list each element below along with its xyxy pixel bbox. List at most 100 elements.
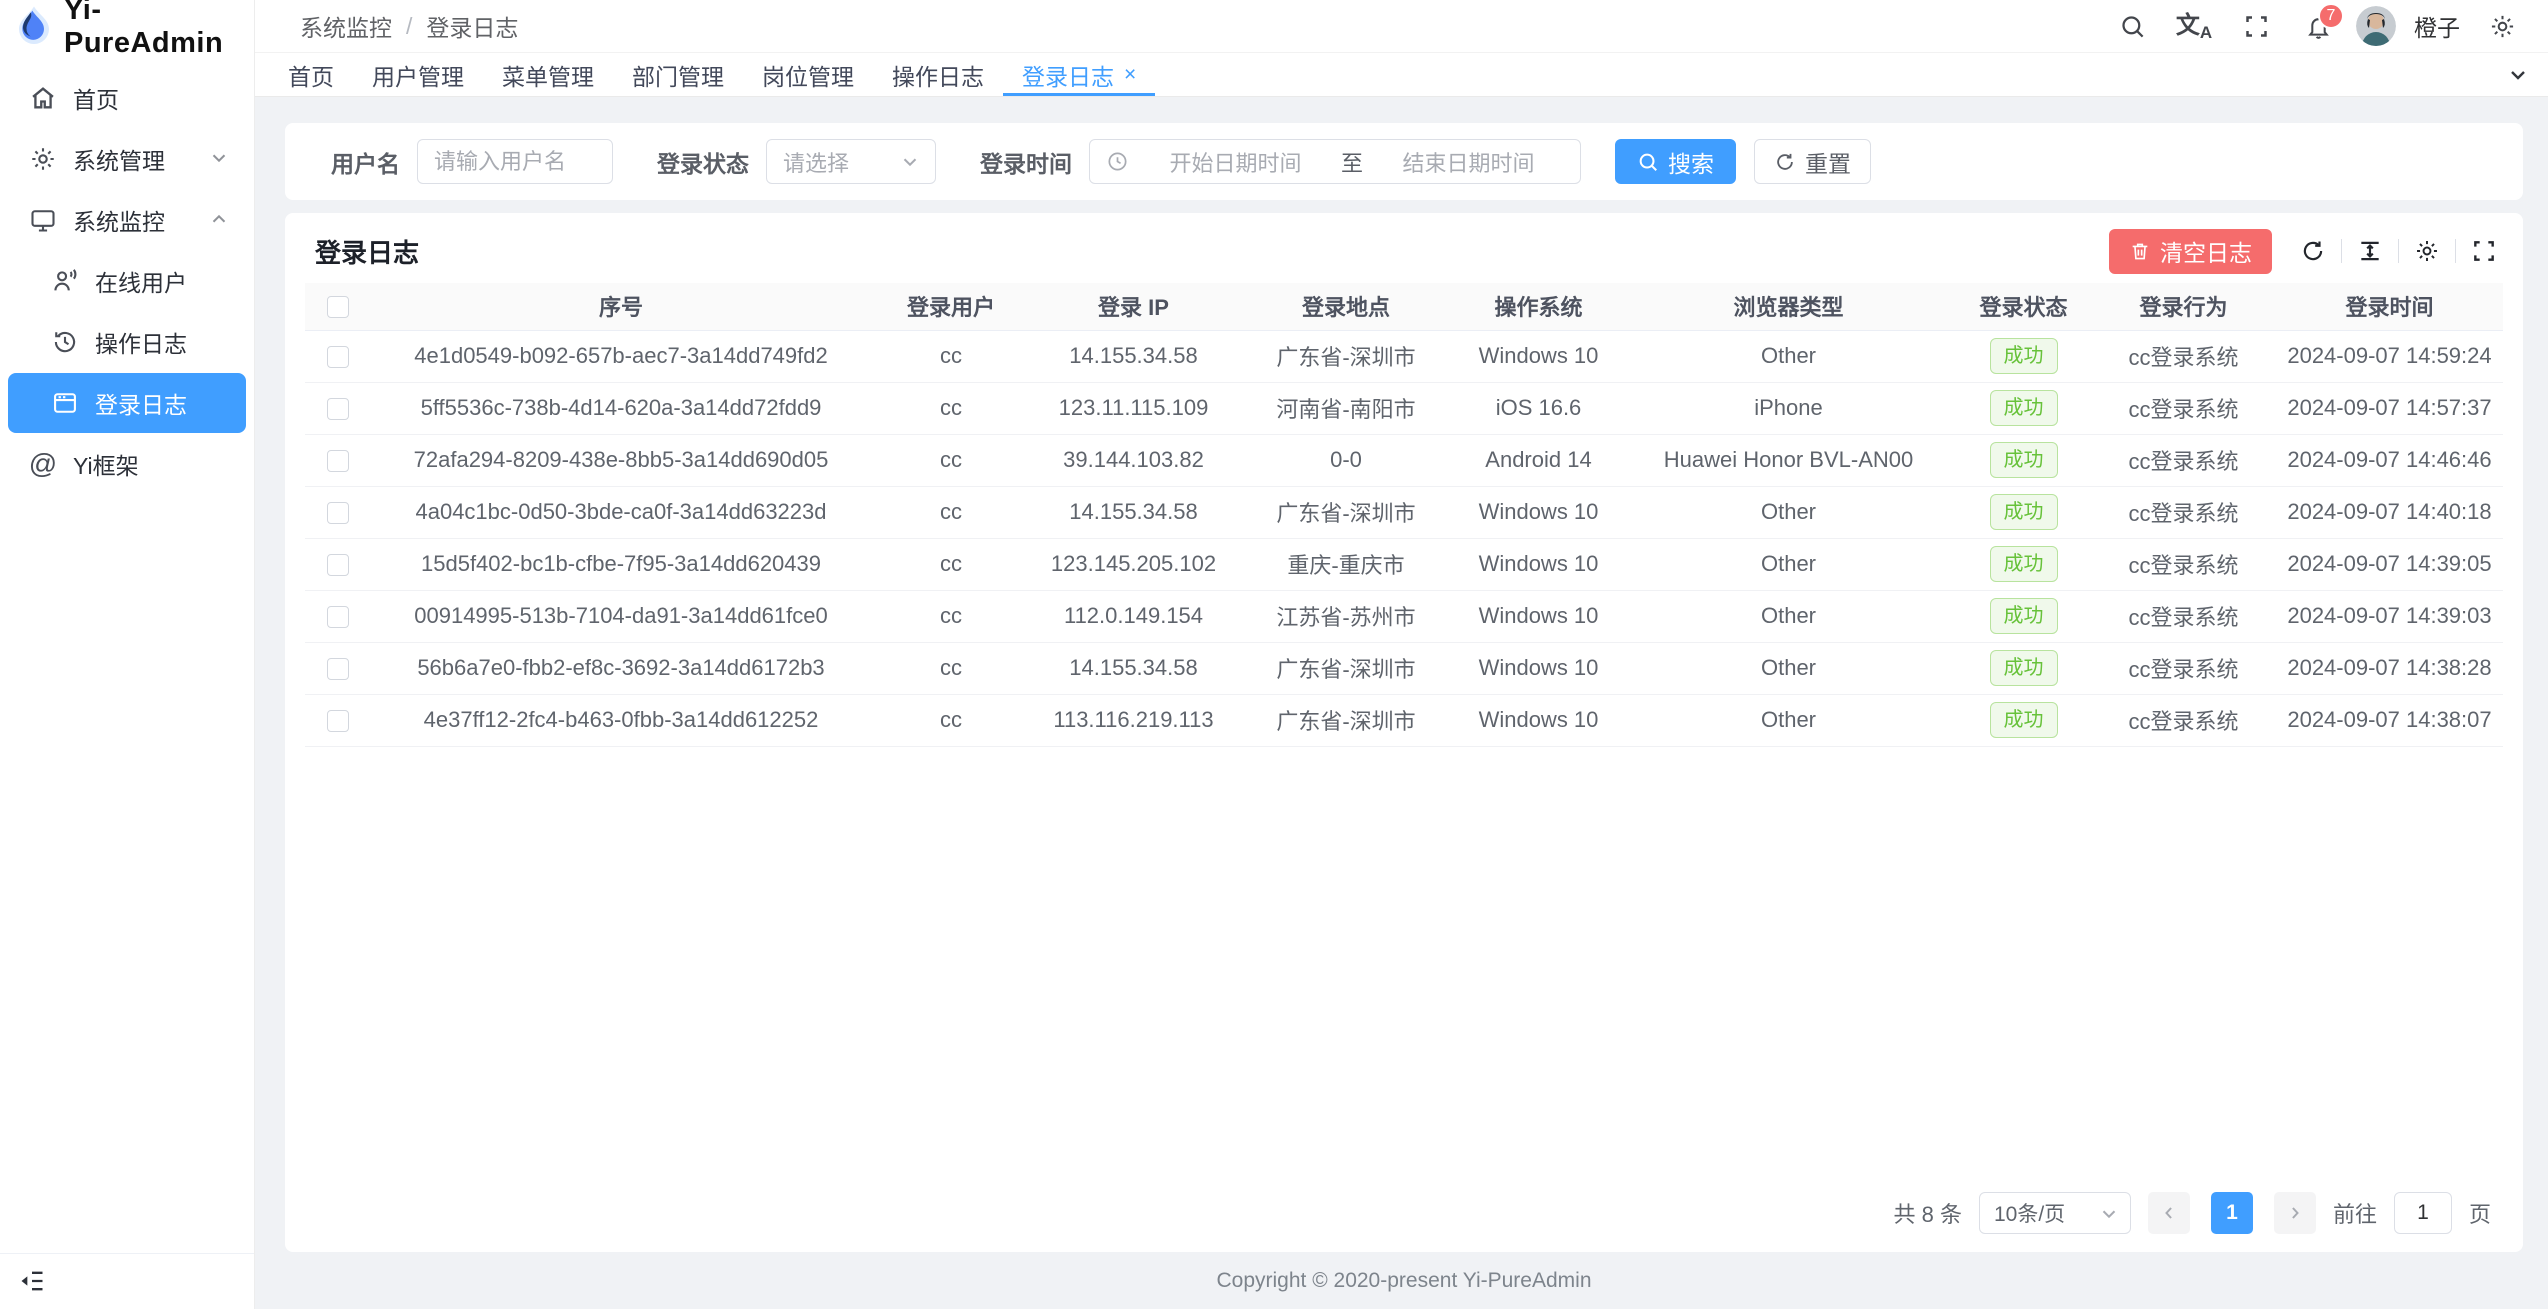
cell-location: 0-0 [1236, 434, 1456, 486]
cell-os: Windows 10 [1456, 642, 1621, 694]
row-checkbox[interactable] [327, 450, 349, 472]
cell-browser: Other [1621, 694, 1956, 746]
cell-user: cc [871, 694, 1031, 746]
tabbar-tabs: 首页用户管理菜单管理部门管理岗位管理操作日志登录日志× [269, 53, 1155, 96]
cell-location: 广东省-深圳市 [1236, 642, 1456, 694]
reset-button[interactable]: 重置 [1754, 139, 1871, 184]
sidebar-item-system-monitor[interactable]: 系统监控 [8, 190, 246, 250]
density-icon[interactable] [2355, 236, 2385, 266]
sidebar-item-system-manage[interactable]: 系统管理 [8, 129, 246, 189]
column-header: 浏览器类型 [1621, 283, 1956, 330]
time-separator: 至 [1331, 146, 1373, 178]
cell-location: 广东省-深圳市 [1236, 330, 1456, 382]
sidebar-item-home[interactable]: 首页 [8, 68, 246, 128]
cell-ip: 39.144.103.82 [1031, 434, 1236, 486]
row-checkbox[interactable] [327, 606, 349, 628]
cell-os: Windows 10 [1456, 694, 1621, 746]
avatar[interactable] [2356, 6, 2396, 46]
cell-os: Android 14 [1456, 434, 1621, 486]
sidebar-item-yi-framework[interactable]: @Yi框架 [8, 434, 246, 494]
row-checkbox[interactable] [327, 346, 349, 368]
logo[interactable]: Yi-PureAdmin [0, 0, 254, 53]
expand-icon[interactable] [2469, 236, 2499, 266]
bell-icon[interactable]: 7 [2294, 2, 2342, 50]
status-tag: 成功 [1990, 390, 2058, 426]
fullscreen-icon[interactable] [2232, 2, 2280, 50]
search-icon[interactable] [2108, 2, 2156, 50]
sidebar-item-online-users[interactable]: 在线用户 [8, 251, 246, 311]
column-header: 序号 [371, 283, 871, 330]
table-body: 4e1d0549-b092-657b-aec7-3a14dd749fd2cc14… [305, 330, 2503, 746]
next-page-button[interactable] [2274, 1192, 2316, 1234]
cell-select [305, 538, 371, 590]
select-all-checkbox[interactable] [327, 296, 349, 318]
cell-browser: Other [1621, 330, 1956, 382]
monitor-icon [28, 205, 58, 235]
chevron-down-icon [2098, 1203, 2118, 1223]
cell-select [305, 330, 371, 382]
status-select-placeholder: 请选择 [783, 146, 849, 178]
cell-ip: 123.145.205.102 [1031, 538, 1236, 590]
clear-log-button[interactable]: 清空日志 [2109, 229, 2272, 274]
username[interactable]: 橙子 [2414, 9, 2460, 43]
tab-menu-chevron-icon[interactable] [2488, 53, 2548, 96]
refresh-icon[interactable] [2298, 236, 2328, 266]
tab-home[interactable]: 首页 [269, 53, 353, 96]
card-header: 登录日志 清空日志 [305, 213, 2503, 283]
status-select[interactable]: 请选择 [766, 139, 936, 184]
row-checkbox[interactable] [327, 710, 349, 732]
row-checkbox[interactable] [327, 554, 349, 576]
close-icon[interactable]: × [1124, 63, 1136, 87]
page-number-button[interactable]: 1 [2211, 1192, 2253, 1234]
tab-menu-manage[interactable]: 菜单管理 [483, 53, 613, 96]
goto-label: 前往 [2333, 1197, 2377, 1229]
sidebar-item-label: 首页 [73, 81, 119, 115]
tab-dept-manage[interactable]: 部门管理 [613, 53, 743, 96]
collapse-sidebar-icon[interactable] [18, 1267, 48, 1297]
cell-location: 江苏省-苏州市 [1236, 590, 1456, 642]
table-row: 4e37ff12-2fc4-b463-0fbb-3a14dd612252cc11… [305, 694, 2503, 746]
page-size-select[interactable]: 10条/页 [1979, 1192, 2131, 1234]
tab-post-manage[interactable]: 岗位管理 [743, 53, 873, 96]
tab-label: 岗位管理 [762, 58, 854, 92]
cell-location: 河南省-南阳市 [1236, 382, 1456, 434]
status-tag: 成功 [1990, 598, 2058, 634]
time-range-picker[interactable]: 开始日期时间 至 结束日期时间 [1089, 139, 1581, 184]
history-icon [50, 327, 80, 357]
settings-icon[interactable] [2412, 236, 2442, 266]
tab-label: 首页 [288, 58, 334, 92]
copyright-text: Copyright © 2020-present Yi-PureAdmin [1217, 1269, 1592, 1293]
breadcrumb: 系统监控 / 登录日志 [300, 9, 518, 43]
sidebar-item-operation-log[interactable]: 操作日志 [8, 312, 246, 372]
translate-icon[interactable]: 文A [2170, 2, 2218, 50]
breadcrumb-item-current: 登录日志 [426, 9, 518, 43]
cell-time: 2024-09-07 14:38:07 [2276, 694, 2503, 746]
prev-page-button[interactable] [2148, 1192, 2190, 1234]
username-input[interactable] [434, 149, 596, 175]
row-checkbox[interactable] [327, 658, 349, 680]
sidebar-bottom [0, 1253, 254, 1309]
topbar: 系统监控 / 登录日志 文A 7 [255, 0, 2548, 53]
cell-id: 15d5f402-bc1b-cfbe-7f95-3a14dd620439 [371, 538, 871, 590]
cell-status: 成功 [1956, 538, 2091, 590]
cell-time: 2024-09-07 14:39:03 [2276, 590, 2503, 642]
column-header: 操作系统 [1456, 283, 1621, 330]
cell-ip: 123.11.115.109 [1031, 382, 1236, 434]
goto-page-input[interactable] [2394, 1192, 2452, 1234]
column-header: 登录用户 [871, 283, 1031, 330]
search-button[interactable]: 搜索 [1615, 139, 1736, 184]
tab-login-log[interactable]: 登录日志× [1003, 53, 1155, 96]
breadcrumb-separator: / [406, 13, 412, 40]
app-title: Yi-PureAdmin [64, 0, 254, 60]
breadcrumb-item[interactable]: 系统监控 [300, 9, 392, 43]
row-checkbox[interactable] [327, 398, 349, 420]
login-log-card: 登录日志 清空日志 [285, 213, 2523, 1252]
sidebar-item-login-log[interactable]: 登录日志 [8, 373, 246, 433]
card-toolbar: 清空日志 [2109, 229, 2499, 274]
tab-user-manage[interactable]: 用户管理 [353, 53, 483, 96]
tab-operation-log[interactable]: 操作日志 [873, 53, 1003, 96]
row-checkbox[interactable] [327, 502, 349, 524]
gear-icon[interactable] [2478, 2, 2526, 50]
cell-ip: 14.155.34.58 [1031, 330, 1236, 382]
cell-os: Windows 10 [1456, 538, 1621, 590]
